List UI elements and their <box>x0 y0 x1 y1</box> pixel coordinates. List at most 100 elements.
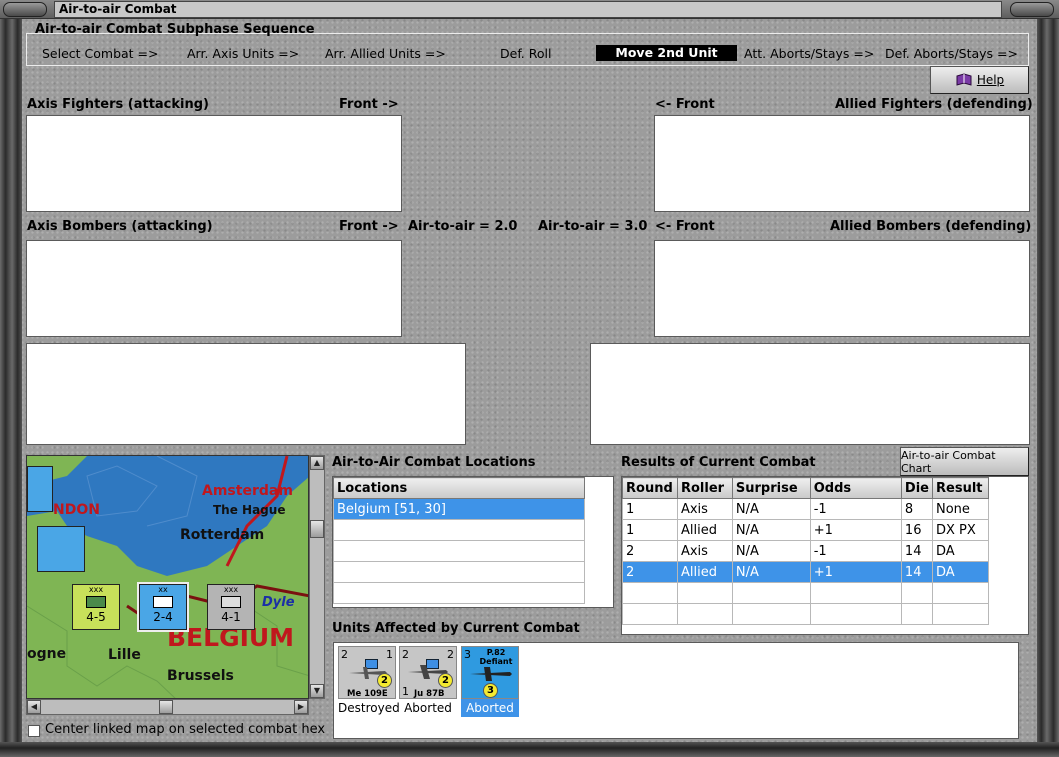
cell: 1 <box>622 498 678 520</box>
table-row[interactable]: 2 Allied N/A +1 14 DA <box>622 561 989 583</box>
axis-fighters-box[interactable] <box>26 115 402 212</box>
frame-left <box>0 19 22 757</box>
allied-bombers-label: Allied Bombers (defending) <box>830 219 1032 234</box>
cell: N/A <box>731 498 811 520</box>
map-label-london: NDON <box>53 502 100 518</box>
step-select-combat: Select Combat => <box>42 46 159 61</box>
cell: DA <box>932 561 989 583</box>
infantry-icon <box>153 596 173 608</box>
affected-title: Units Affected by Current Combat <box>332 621 580 636</box>
table-row[interactable]: 1 Axis N/A -1 8 None <box>622 498 989 520</box>
locations-title: Air-to-Air Combat Locations <box>332 455 536 470</box>
cell: 8 <box>900 498 934 520</box>
allied-fighters-label: Allied Fighters (defending) <box>835 97 1033 112</box>
map-vertical-scrollbar[interactable]: ▲ ▼ <box>309 455 325 699</box>
cell: Axis <box>676 498 733 520</box>
close-window-button[interactable] <box>1010 2 1054 17</box>
location-cell[interactable]: Belgium [51, 30] <box>333 498 585 520</box>
cell: DA <box>932 540 989 562</box>
table-row[interactable] <box>622 603 989 625</box>
affected-units-panel: 2 1 2 Me 109E Destroyed 2 2 1 2 Ju 87B A… <box>333 642 1019 739</box>
step-arr-allied: Arr. Allied Units => <box>325 46 446 61</box>
results-panel: Round Roller Surprise Odds Die Result 1A… <box>621 476 1029 635</box>
cell: Axis <box>676 540 733 562</box>
axis-air-to-air-value: Air-to-air = 2.0 <box>408 219 518 234</box>
scroll-thumb-horizontal[interactable] <box>159 700 173 714</box>
table-row[interactable]: Belgium [51, 30] <box>333 498 585 520</box>
unit-card-me109e[interactable]: 2 1 2 Me 109E Destroyed <box>338 646 400 720</box>
map-label-rotterdam: Rotterdam <box>180 527 265 543</box>
results-title: Results of Current Combat <box>621 455 816 470</box>
scroll-down-arrow-icon[interactable]: ▼ <box>310 684 324 698</box>
cell: Allied <box>676 519 733 541</box>
linked-map[interactable]: Amsterdam The Hague Rotterdam Lille Brus… <box>26 455 309 699</box>
map-counter-axis-infantry[interactable]: xxx 4-5 <box>72 584 120 630</box>
allied-other-box[interactable] <box>590 343 1030 445</box>
cell: -1 <box>809 540 902 562</box>
table-row[interactable] <box>333 519 585 541</box>
cell: Allied <box>676 561 733 583</box>
table-row[interactable] <box>333 582 585 604</box>
window-menu-button[interactable] <box>3 2 47 17</box>
scroll-up-arrow-icon[interactable]: ▲ <box>310 456 324 470</box>
axis-bombers-box[interactable] <box>26 240 402 337</box>
map-horizontal-scrollbar[interactable]: ◀ ▶ <box>26 699 309 715</box>
col-odds[interactable]: Odds <box>809 477 902 499</box>
cell: None <box>932 498 989 520</box>
unit-name: P.82 Defiant <box>479 648 513 666</box>
air-to-air-chart-button[interactable]: Air-to-air Combat Chart <box>900 447 1029 476</box>
unit-extra-value: 1 <box>402 685 409 698</box>
cell: 14 <box>900 561 934 583</box>
counter-size: xxx <box>88 585 104 594</box>
fighter-plane-icon <box>470 667 512 681</box>
unit-card-defiant[interactable]: 3 P.82 Defiant 3 Aborted <box>461 646 519 720</box>
cell: N/A <box>731 561 811 583</box>
scroll-right-arrow-icon[interactable]: ▶ <box>294 700 308 714</box>
sequence-title: Air-to-air Combat Subphase Sequence <box>35 22 315 37</box>
window-title: Air-to-air Combat <box>54 1 1002 18</box>
map-counter-allied-armor[interactable]: xxx 4-1 <box>207 584 255 630</box>
infantry-icon <box>86 596 106 608</box>
table-row[interactable]: 1 Allied N/A +1 16 DX PX <box>622 519 989 541</box>
location-cell[interactable] <box>333 561 585 583</box>
col-result[interactable]: Result <box>932 477 989 499</box>
unit-status: Aborted <box>404 701 452 715</box>
scroll-thumb-vertical[interactable] <box>310 520 324 538</box>
location-cell[interactable] <box>333 519 585 541</box>
help-book-icon <box>956 73 972 86</box>
map-air-unit-counter-2[interactable] <box>27 466 53 512</box>
map-counter-allied-infantry[interactable]: xx 2-4 <box>137 582 189 632</box>
center-map-checkbox[interactable] <box>28 725 40 737</box>
axis-other-box[interactable] <box>26 343 466 445</box>
allied-air-to-air-value: Air-to-air = 3.0 <box>538 219 648 234</box>
step-def-aborts: Def. Aborts/Stays => <box>885 46 1018 61</box>
center-map-label: Center linked map on selected combat hex <box>45 722 326 737</box>
table-row[interactable]: 2 Axis N/A -1 14 DA <box>622 540 989 562</box>
help-button[interactable]: Help <box>930 66 1029 94</box>
table-row[interactable] <box>333 540 585 562</box>
scroll-left-arrow-icon[interactable]: ◀ <box>27 700 41 714</box>
unit-counter: 3 P.82 Defiant 3 <box>461 646 519 699</box>
armor-icon <box>221 596 241 608</box>
unit-left-value: 3 <box>464 648 471 661</box>
map-air-unit-counter[interactable] <box>37 526 85 572</box>
map-label-amsterdam: Amsterdam <box>202 483 293 499</box>
col-surprise[interactable]: Surprise <box>731 477 811 499</box>
map-label-the-hague: The Hague <box>213 503 286 517</box>
allied-bombers-box[interactable] <box>654 240 1030 337</box>
unit-counter: 2 1 2 Me 109E <box>338 646 396 699</box>
unit-circle-value: 2 <box>438 673 453 688</box>
step-arr-axis: Arr. Axis Units => <box>187 46 300 61</box>
col-round[interactable]: Round <box>622 477 678 499</box>
table-row[interactable] <box>333 561 585 583</box>
unit-card-ju87b[interactable]: 2 2 1 2 Ju 87B Aborted <box>399 646 457 720</box>
allied-fighters-box[interactable] <box>654 115 1030 212</box>
col-roller[interactable]: Roller <box>676 477 733 499</box>
table-row[interactable] <box>622 582 989 604</box>
location-cell[interactable] <box>333 540 585 562</box>
map-label-brussels: Brussels <box>167 668 234 684</box>
location-cell[interactable] <box>333 582 585 604</box>
col-die[interactable]: Die <box>900 477 934 499</box>
help-label: Help <box>976 73 1005 87</box>
step-move-2nd-unit: Move 2nd Unit <box>596 45 737 61</box>
